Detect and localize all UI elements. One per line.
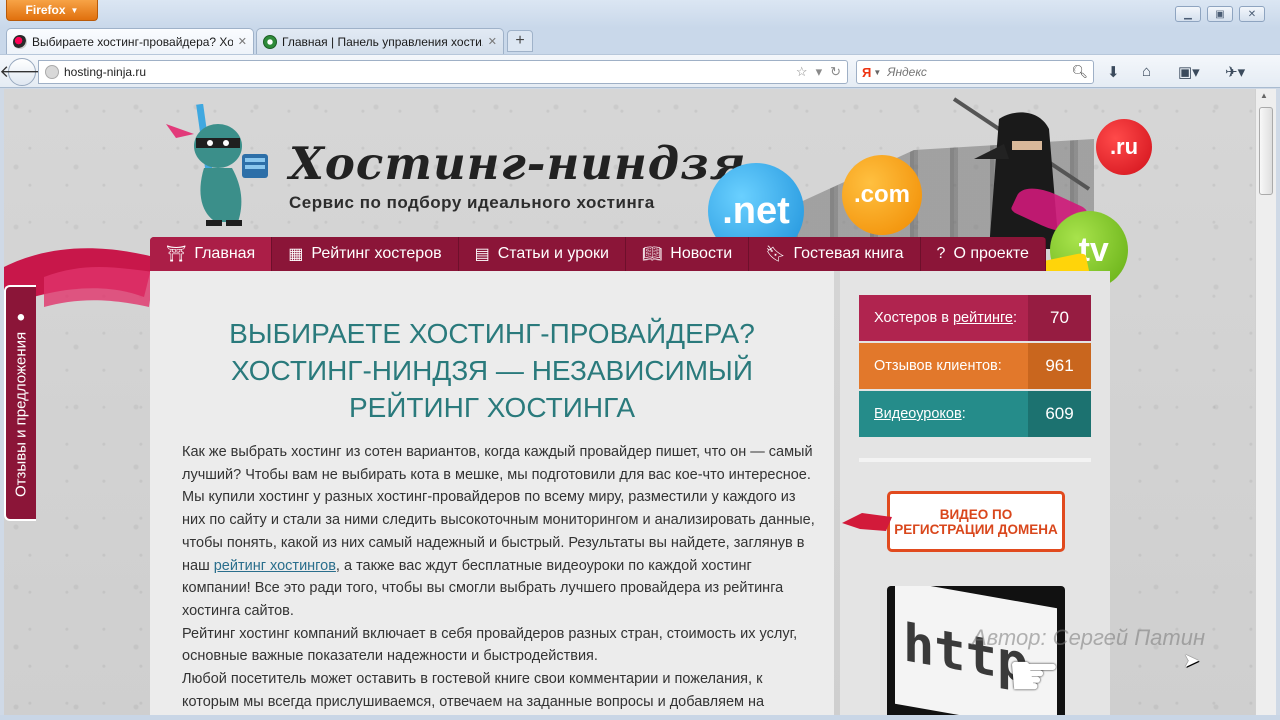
rating-link[interactable]: рейтинге [953,310,1013,326]
video-lessons-link[interactable]: Видеоуроков [874,406,962,422]
search-engine-dropdown-icon[interactable]: ▼ [873,68,881,77]
tab-control-panel[interactable]: Главная | Панель управления хости... ✕ [256,28,504,54]
extension-icon[interactable]: ✈▾ [1225,63,1245,81]
lightbulb-icon: ● [12,308,30,326]
nav-item-home[interactable]: ⛩ Главная [150,237,273,271]
main-content: ВЫБИРАЕТЕ ХОСТИНГ-ПРОВАЙДЕРА? ХОСТИНГ-НИ… [150,271,834,715]
com-domain-bubble: .com [842,155,922,235]
hosting-rating-link[interactable]: рейтинг хостингов [214,558,336,574]
back-button[interactable]: 🡐 [0,58,45,86]
stat-value: 609 [1028,391,1091,437]
panel-favicon-icon [263,34,277,49]
close-window-button[interactable]: ✕ [1239,6,1265,22]
domain-registration-video-button[interactable]: ВИДЕО ПО РЕГИСТРАЦИИ ДОМЕНА [887,491,1065,552]
page-scrollbar[interactable]: ▲ [1255,89,1276,715]
stat-value: 70 [1028,295,1091,341]
download-icon[interactable]: ⬇ [1107,63,1120,81]
site-subtitle: Сервис по подбору идеального хостинга [289,193,655,212]
stat-label-suffix: : [961,406,966,422]
nav-item-rating[interactable]: ▦ Рейтинг хостеров [272,237,459,271]
search-input[interactable] [887,65,1072,79]
stat-value: 961 [1028,343,1091,389]
tab-title: Выбираете хостинг-провайдера? Хо... [32,34,233,49]
ru-domain-bubble: .ru [1096,119,1152,175]
articles-icon: ▤ [474,246,490,263]
search-bar[interactable]: Я ▼ 🔍︎ [856,60,1094,84]
scrollbar-thumb[interactable] [1259,107,1273,195]
window-bottom-edge [0,715,1280,720]
paragraph-3: Любой посетитель может оставить в гостев… [182,671,765,710]
nav-label: Главная [194,245,256,262]
firefox-menu-label: Firefox [25,3,66,17]
tab-strip: Выбираете хостинг-провайдера? Хо... ✕ Гл… [0,28,1280,54]
rating-icon: ▦ [288,246,304,263]
home-icon[interactable]: ⌂ [1142,63,1151,80]
bookmarks-icon[interactable]: ▣▾ [1178,63,1200,81]
stat-label: Хостеров в [874,310,949,326]
reload-icon[interactable]: ↻ [830,64,841,80]
intro-text: Как же выбрать хостинг из сотен варианто… [182,441,822,713]
paragraph-1-start: Как же выбрать хостинг из сотен варианто… [182,444,815,574]
page-title: ВЫБИРАЕТЕ ХОСТИНГ-ПРОВАЙДЕРА? ХОСТИНГ-НИ… [229,318,755,423]
ninja-mascot-logo [166,104,268,226]
feedback-side-tab[interactable]: Отзывы и предложения ● [4,285,36,521]
scroll-up-icon[interactable]: ▲ [1260,91,1268,100]
url-bar[interactable]: hosting-ninja.ru ☆ ▾ ↻ [38,60,848,84]
history-dropdown-icon[interactable]: ▾ [816,64,823,80]
url-text[interactable]: hosting-ninja.ru [64,65,796,79]
chevron-down-icon: ▼ [70,5,79,15]
paragraph-2: Рейтинг хостинг компаний включает в себя… [182,625,798,665]
hand-cursor-icon: ☛ [1007,642,1061,709]
stat-client-reviews: Отзывов клиентов: 961 [859,343,1091,389]
bookmark-star-icon[interactable]: ☆ [796,64,808,80]
minimize-button[interactable]: ▁ [1175,6,1201,22]
small-red-ribbon-decoration [842,513,892,531]
new-tab-button[interactable]: + [507,30,533,52]
stat-label-suffix: : [1012,310,1018,326]
site-favicon-icon [13,34,27,49]
nav-item-about[interactable]: ? О проекте [921,237,1046,271]
nav-item-news[interactable]: 📖︎ Новости [626,237,750,271]
news-icon: 📖︎ [641,246,663,263]
tab-hosting-ninja[interactable]: Выбираете хостинг-провайдера? Хо... ✕ [6,28,254,54]
nav-label: Рейтинг хостеров [311,245,442,262]
nav-item-articles[interactable]: ▤ Статьи и уроки [459,237,626,271]
close-tab-icon[interactable]: ✕ [488,35,497,48]
main-nav: ⛩ Главная ▦ Рейтинг хостеров ▤ Статьи и … [150,237,1046,271]
yandex-logo-icon[interactable]: Я [862,65,871,80]
sidebar-divider [859,458,1091,462]
search-icon[interactable]: 🔍︎ [1071,64,1088,80]
nav-label: О проекте [953,245,1029,262]
nav-item-guestbook[interactable]: 🔖︎ Гостевая книга [749,237,921,271]
close-tab-icon[interactable]: ✕ [238,35,247,48]
maximize-button[interactable]: ▣ [1207,6,1233,22]
author-watermark: Автор: Сергей Патин [972,625,1206,650]
navigation-toolbar: 🡐 hosting-ninja.ru ☆ ▾ ↻ Я ▼ 🔍︎ ⬇ ⌂ ▣▾ ✈… [0,54,1280,88]
stat-hosters-in-rating: Хостеров в рейтинге: 70 [859,295,1091,341]
feedback-tab-label: Отзывы и предложения [12,331,30,498]
guestbook-icon: 🔖︎ [765,246,786,263]
nav-label: Гостевая книга [793,245,904,262]
stat-video-lessons: Видеоуроков: 609 [859,391,1091,437]
question-icon: ? [936,245,946,262]
nav-label: Новости [670,245,733,262]
page-viewport: Хостинг-ниндзя Сервис по подбору идеальн… [4,89,1255,715]
temple-icon: ⛩ [166,246,187,263]
site-logo-title[interactable]: Хостинг-ниндзя [289,137,747,190]
nav-label: Статьи и уроки [497,245,609,262]
site-identity-icon[interactable] [45,65,59,79]
stat-label: Отзывов клиентов: [874,358,1002,374]
tab-title: Главная | Панель управления хости... [282,34,483,49]
title-bar: Firefox ▼ ▁ ▣ ✕ [0,0,1280,28]
mouse-pointer-icon: ➤ [1183,650,1200,672]
firefox-menu-button[interactable]: Firefox ▼ [6,0,98,21]
